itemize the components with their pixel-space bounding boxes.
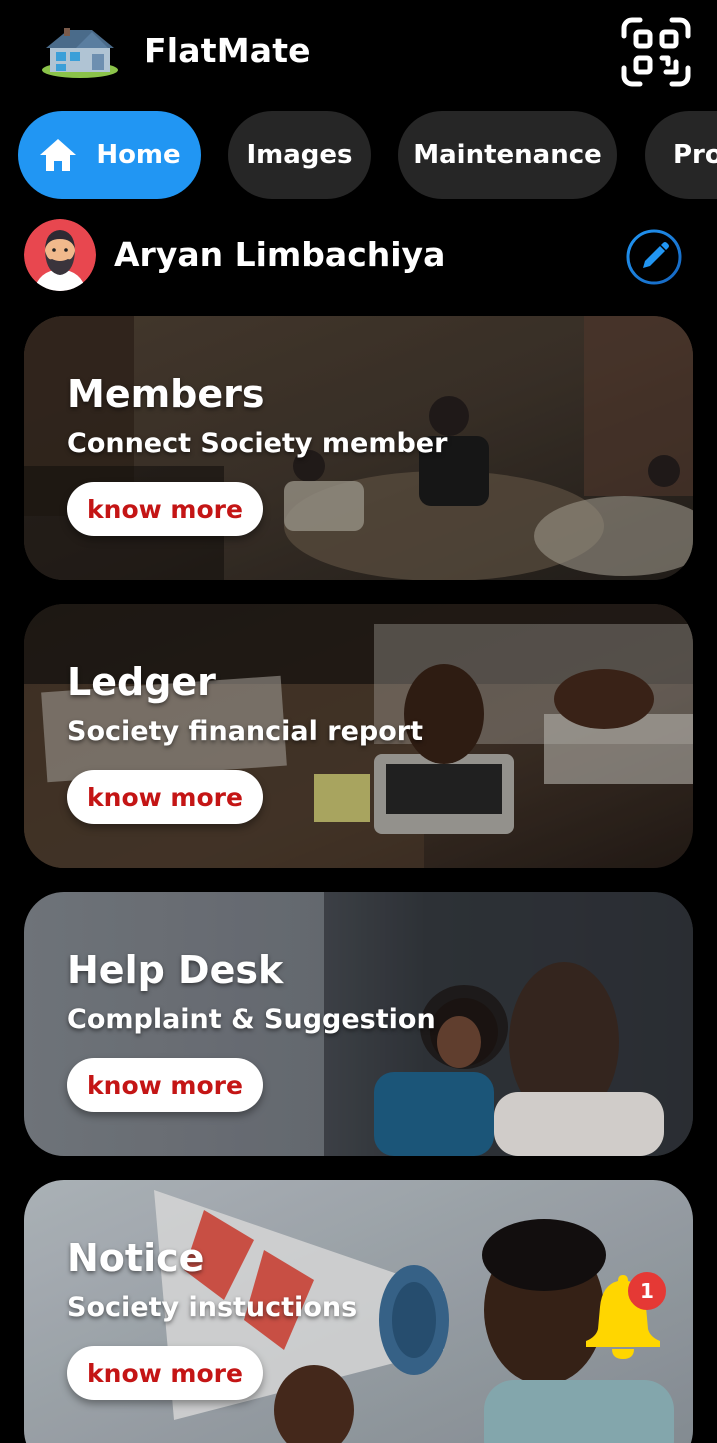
help-desk-know-more-button[interactable]: know more <box>67 1058 263 1112</box>
tab-home[interactable]: Home <box>18 111 201 199</box>
app-header: FlatMate <box>0 0 717 105</box>
notice-know-more-button[interactable]: know more <box>67 1346 263 1400</box>
help-desk-title: Help Desk <box>67 948 284 992</box>
notice-subtitle: Society instuctions <box>67 1292 358 1323</box>
home-icon <box>40 139 77 171</box>
tab-maintenance-label: Maintenance <box>413 140 602 170</box>
tab-pro-label: Pro <box>673 140 717 170</box>
ledger-know-more-button[interactable]: know more <box>67 770 263 824</box>
ledger-subtitle: Society financial report <box>67 716 424 747</box>
tab-images[interactable]: Images <box>228 111 371 199</box>
profile-row: Aryan Limbachiya <box>0 215 717 297</box>
ledger-title: Ledger <box>67 660 216 704</box>
qr-code-icon[interactable] <box>620 16 692 88</box>
tab-images-label: Images <box>246 140 353 170</box>
notification-badge: 1 <box>628 1272 666 1310</box>
members-title: Members <box>67 372 265 416</box>
user-name: Aryan Limbachiya <box>114 235 446 274</box>
members-card[interactable]: Members Connect Society member know more <box>24 316 693 580</box>
tab-pro[interactable]: Pro <box>645 111 717 199</box>
tab-maintenance[interactable]: Maintenance <box>398 111 617 199</box>
app-title: FlatMate <box>144 31 311 70</box>
pencil-icon[interactable] <box>626 229 682 285</box>
members-know-more-button[interactable]: know more <box>67 482 263 536</box>
members-subtitle: Connect Society member <box>67 428 448 459</box>
house-logo-icon <box>42 28 118 78</box>
help-desk-subtitle: Complaint & Suggestion <box>67 1004 436 1035</box>
avatar[interactable] <box>24 219 96 291</box>
app-screen: FlatMate Home Images Maintenance Pro Ary… <box>0 0 717 1443</box>
help-desk-card[interactable]: Help Desk Complaint & Suggestion know mo… <box>24 892 693 1156</box>
tab-home-label: Home <box>96 140 181 170</box>
tab-bar: Home Images Maintenance Pro <box>0 111 717 201</box>
notice-title: Notice <box>67 1236 205 1280</box>
ledger-card[interactable]: Ledger Society financial report know mor… <box>24 604 693 868</box>
